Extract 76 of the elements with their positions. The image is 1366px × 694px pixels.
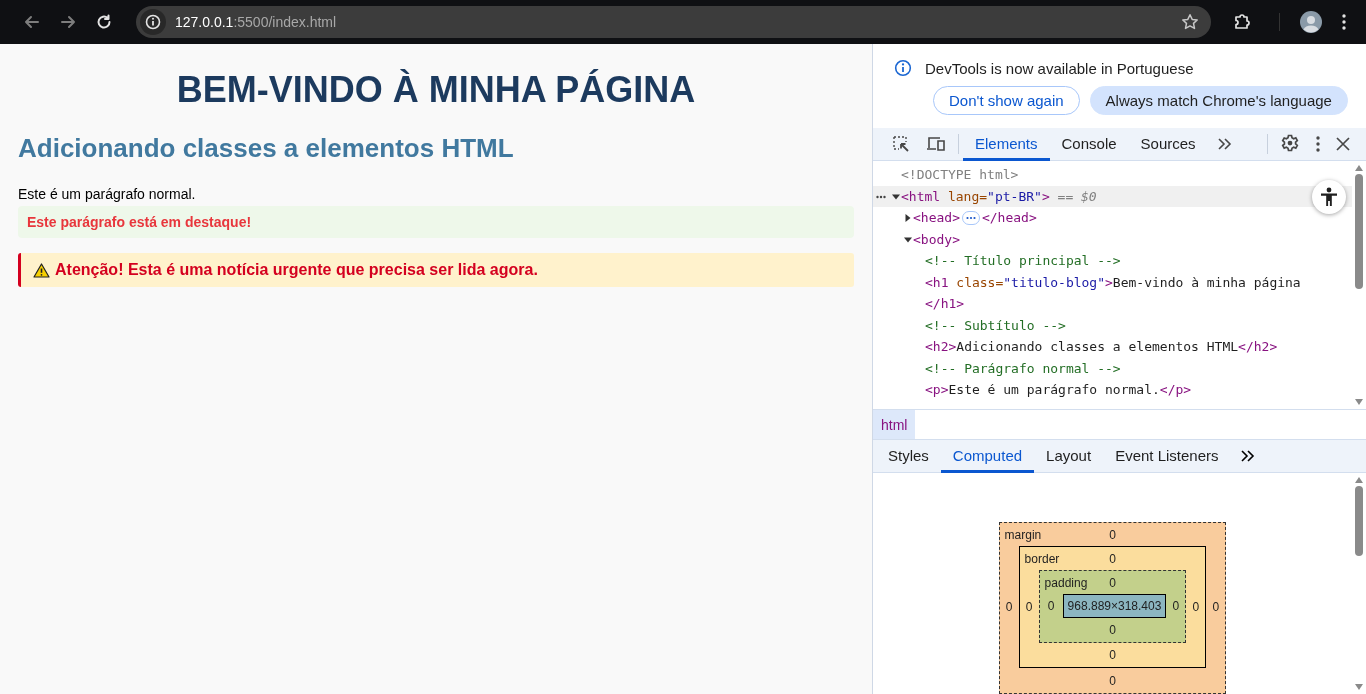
sidebar-tab[interactable]: Styles: [876, 439, 941, 473]
accessibility-button[interactable]: [1312, 180, 1346, 214]
box-value: 0: [1109, 648, 1116, 663]
box-value: 0: [1109, 552, 1116, 566]
close-icon[interactable]: [1336, 137, 1350, 151]
more-options-icon[interactable]: [1342, 14, 1346, 30]
box-label: padding: [1043, 576, 1089, 590]
code-line[interactable]: <!-- Título principal -->: [925, 250, 1121, 272]
content-size: 968.889×318.403: [1062, 594, 1167, 619]
page-title: BEM-VINDO À MINHA PÁGINA: [175, 69, 697, 111]
code-line[interactable]: </head>: [981, 207, 1037, 229]
code-line[interactable]: <head>: [913, 207, 960, 229]
box-value: 0: [1171, 599, 1181, 614]
code-line[interactable]: <!-- Parágrafo normal -->: [925, 357, 1121, 379]
devtools-tab[interactable]: Sources: [1128, 127, 1208, 161]
box-value: 0: [1109, 673, 1116, 688]
forward-arrow-icon[interactable]: [60, 14, 76, 30]
code-line[interactable]: <!DOCTYPE html>: [901, 164, 1019, 186]
reload-icon[interactable]: [96, 14, 112, 30]
notice-button[interactable]: Always match Chrome's language: [1089, 86, 1348, 115]
scroll-down-icon[interactable]: [1355, 684, 1363, 690]
box-label: border: [1023, 552, 1061, 566]
box-value: 0: [1024, 600, 1034, 614]
puzzle-icon[interactable]: [1233, 13, 1251, 31]
collapsed-content-badge[interactable]: [961, 210, 980, 225]
ellipsis-icon: [965, 215, 976, 220]
box-value: 0: [1191, 600, 1201, 614]
page-subtitle: Adicionando classes a elementos HTML: [18, 133, 515, 164]
address-bar[interactable]: 127.0.0.1:5500/index.html: [136, 6, 1211, 38]
code-line[interactable]: <body>: [913, 228, 960, 250]
box-value: 0: [1046, 599, 1056, 614]
notice-button[interactable]: Don't show again: [933, 86, 1080, 115]
url-text: 127.0.0.1:5500/index.html: [175, 14, 338, 30]
scroll-up-icon[interactable]: [1355, 477, 1363, 483]
code-line[interactable]: <!-- Subtítulo -->: [925, 314, 1066, 336]
box-value: 0: [1211, 600, 1221, 615]
scroll-down-icon[interactable]: [1355, 399, 1363, 405]
back-arrow-icon[interactable]: [24, 14, 40, 30]
expanded-triangle-icon[interactable]: [904, 235, 912, 244]
avatar-icon[interactable]: [1300, 11, 1322, 33]
box-value: 0: [1004, 600, 1014, 615]
info-icon: [145, 14, 161, 30]
sidebar-tab[interactable]: Computed: [940, 439, 1035, 473]
sidebar-tab[interactable]: Layout: [1034, 439, 1104, 473]
box-label: margin: [1003, 527, 1043, 542]
star-icon[interactable]: [1181, 13, 1199, 31]
person-icon: [1320, 187, 1338, 207]
info-icon: [894, 59, 912, 77]
scroll-up-icon[interactable]: [1355, 165, 1363, 171]
row-dots-icon: [876, 194, 886, 199]
settings-icon[interactable]: [1280, 134, 1300, 154]
notice-text: DevTools is now available in Portuguese: [925, 59, 1194, 77]
site-info-button[interactable]: [140, 9, 166, 35]
code-line[interactable]: <h1 class="titulo-blog">Bem-vindo à minha página </h1>: [925, 271, 1322, 315]
scrollbar-thumb[interactable]: [1355, 486, 1363, 556]
devtools-tab[interactable]: Console: [1049, 127, 1129, 161]
box-value: 0: [1109, 623, 1116, 638]
alert-text: Atenção! Esta é uma notícia urgente que precisa ser lida agora.: [55, 261, 538, 279]
expanded-triangle-icon[interactable]: [892, 192, 900, 201]
highlight-text: Este parágrafo está em destaque!: [27, 214, 252, 230]
paragraph: Este é um parágrafo normal.: [18, 186, 197, 202]
warning-icon: [33, 262, 50, 278]
box-value: 0: [1109, 527, 1116, 542]
more-tabs-icon[interactable]: [1215, 136, 1232, 152]
code-line[interactable]: <p>Este é um parágrafo normal.</p>: [925, 379, 1192, 401]
more-tabs-icon[interactable]: [1238, 448, 1255, 464]
more-options-icon[interactable]: [1316, 136, 1320, 152]
collapsed-triangle-icon[interactable]: [904, 214, 912, 222]
breadcrumb-item[interactable]: html: [873, 410, 916, 439]
sidebar-tab[interactable]: Event Listeners: [1103, 439, 1231, 473]
scrollbar-thumb[interactable]: [1355, 174, 1363, 289]
devtools-tab[interactable]: Elements: [963, 127, 1050, 161]
device-toolbar-icon[interactable]: [926, 135, 946, 153]
code-line[interactable]: <h2>Adicionando classes a elementos HTML</h2>: [925, 336, 1278, 358]
box-value: 0: [1109, 576, 1116, 590]
inspect-element-icon[interactable]: [892, 135, 910, 153]
